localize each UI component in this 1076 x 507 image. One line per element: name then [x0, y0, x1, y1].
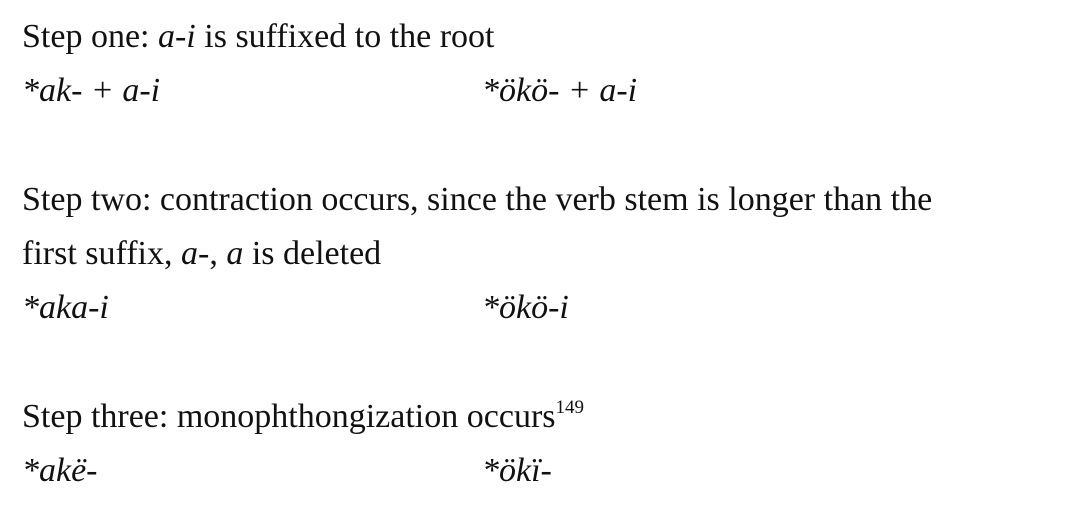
step-three-forms: *akë-: [22, 444, 98, 498]
step-two-text-prefix: first suffix,: [22, 235, 181, 272]
step-one-description: is suffixed to the root: [195, 18, 495, 55]
step-two-heading-line1: Step two: contraction occurs, since the …: [22, 181, 933, 218]
step-two-form-right-wrap: *ökö-i: [482, 281, 569, 335]
step-three-heading: Step three: monophthongization occurs149: [22, 390, 584, 444]
step-one-label: Step one:: [22, 18, 158, 55]
step-one-heading: Step one: a-i is suffixed to the root: [22, 10, 495, 64]
step-two-heading-line2: first suffix, a-, a is deleted: [22, 227, 381, 281]
step-one-affix: a-i: [157, 18, 196, 55]
step-two-comma: ,: [209, 235, 227, 272]
step-two-text-suffix: is deleted: [243, 235, 382, 272]
step-two-form-left: *aka-i: [22, 289, 109, 326]
step-two-form-right: *ökö-i: [482, 289, 569, 326]
step-one-form-left: *ak- + a-i: [22, 72, 161, 109]
step-two-forms: *aka-i: [22, 281, 109, 335]
step-one-forms: *ak- + a-i: [22, 64, 160, 118]
footnote-marker[interactable]: 149: [556, 397, 585, 418]
step-one-form-right-wrap: *ökö- + a-i: [482, 64, 637, 118]
step-three-form-right: *ökï-: [482, 452, 552, 489]
step-three-text: Step three: monophthongization occurs: [22, 398, 556, 435]
step-three-form-right-wrap: *ökï-: [482, 444, 552, 498]
step-one-form-right: *ökö- + a-i: [482, 72, 638, 109]
step-two-vowel: a: [226, 235, 244, 272]
step-two-suffix: a-: [180, 235, 210, 272]
step-three-form-left: *akë-: [22, 452, 98, 489]
